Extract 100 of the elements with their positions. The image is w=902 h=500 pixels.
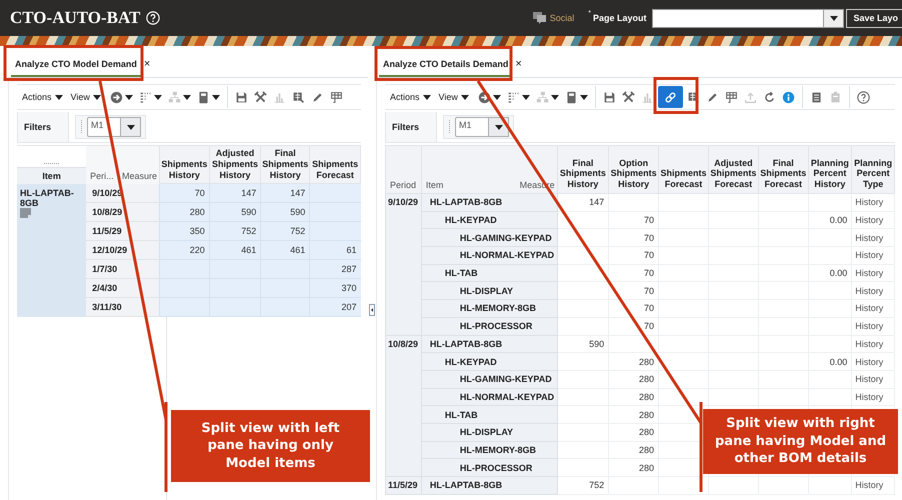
save-layout-button[interactable]: Save Layo <box>846 8 902 28</box>
table-cell <box>310 222 360 241</box>
table-cell: History <box>852 300 894 318</box>
grip-icon[interactable] <box>80 120 83 134</box>
caret-icon <box>182 94 191 100</box>
table-cell: History <box>852 370 894 388</box>
filter-select[interactable]: M1 <box>455 117 489 137</box>
table-cell: 280 <box>608 423 659 442</box>
row-header: 11/5/29 <box>386 476 422 494</box>
row-header: HL-GAMING-KEYPAD <box>421 370 558 388</box>
table-cell <box>708 194 758 212</box>
menu-button[interactable]: Actions <box>19 92 66 102</box>
table-cell: History <box>852 476 894 494</box>
filter-select[interactable]: M1 <box>87 117 121 137</box>
column-header: Measure <box>122 170 157 181</box>
table-cell <box>658 352 708 370</box>
table-cell <box>557 282 609 300</box>
table-cell <box>557 317 609 335</box>
row-header: 10/8/29 <box>86 202 160 222</box>
column-header: Item <box>17 166 86 184</box>
pencil-icon <box>310 90 324 104</box>
table-cell <box>557 370 609 388</box>
row-header: HL-TAB <box>421 264 558 282</box>
grip-icon[interactable] <box>448 120 451 134</box>
table-cell: 752 <box>557 476 609 494</box>
table-cell <box>557 211 609 229</box>
table-cell <box>310 202 360 222</box>
table-cell <box>608 335 659 353</box>
table-cell: 280 <box>608 370 659 388</box>
chat-icon <box>532 12 547 24</box>
table-cell: 280 <box>608 458 659 476</box>
menu-button[interactable]: View <box>436 92 472 102</box>
social-link[interactable]: Social <box>550 13 574 23</box>
column-header: Planning Percent History <box>808 146 852 194</box>
column-header: Option Shipments History <box>608 146 659 194</box>
row-header: 2/4/30 <box>86 278 160 298</box>
arrow-circle-icon <box>110 90 123 104</box>
close-button[interactable]: × <box>512 53 525 77</box>
row-header: HL-LAPTAB-8GB <box>421 194 558 212</box>
row-header: HL-NORMAL-KEYPAD <box>421 388 558 406</box>
row-header: HL-PROCESSOR <box>421 317 558 335</box>
column-header: Adjusted Shipments History <box>209 146 261 184</box>
layout-field[interactable] <box>652 8 824 28</box>
help-icon[interactable] <box>146 11 160 25</box>
field-label: Page Layout <box>592 13 646 23</box>
row-header: HL-PROCESSOR <box>421 458 558 476</box>
table-cell <box>159 278 210 298</box>
callout: Split view with left pane having only Model items <box>171 410 370 482</box>
tab[interactable]: Analyze CTO Model Demand <box>11 53 141 77</box>
caret-icon <box>124 94 133 100</box>
bar-chart-icon <box>272 90 286 104</box>
hierarchy-icon <box>168 90 181 104</box>
table-cell <box>557 388 609 406</box>
row-header: 3/11/30 <box>86 298 160 317</box>
table-cell: History <box>852 246 894 264</box>
dropdown-button[interactable] <box>121 117 141 137</box>
tools-icon <box>622 90 635 104</box>
column-header: Shipments History <box>159 146 210 184</box>
caret-icon <box>212 94 220 100</box>
pencil-icon <box>706 90 719 104</box>
table-cell: 280 <box>159 202 210 222</box>
caret-icon <box>550 94 559 100</box>
table-edit-icon <box>330 90 343 104</box>
table-cell: History <box>852 194 894 212</box>
table-cell <box>658 476 708 494</box>
column-header: Adjusted Shipments Forecast <box>708 146 758 194</box>
caret-icon <box>422 94 431 100</box>
table-cell: 70 <box>608 246 659 264</box>
dropdown-button[interactable] <box>489 117 509 137</box>
caret-icon <box>460 94 469 100</box>
table-cell <box>557 352 609 370</box>
table-cell <box>557 228 609 247</box>
table-cell: 147 <box>557 194 609 212</box>
menu-button[interactable]: View <box>68 92 104 102</box>
save-icon <box>602 90 616 104</box>
app-title: CTO-AUTO-BAT <box>10 8 140 28</box>
table-cell: 70 <box>608 317 659 335</box>
row-header: HL-LAPTAB-8GB <box>421 335 558 353</box>
menu-button[interactable]: Actions <box>387 92 434 102</box>
filter-label: Filters <box>386 112 437 142</box>
refresh-icon <box>762 90 776 104</box>
tab[interactable]: Analyze CTO Details Demand <box>379 53 512 77</box>
table-cell <box>260 298 310 317</box>
close-button[interactable]: × <box>140 53 154 77</box>
splitter-handle[interactable] <box>369 304 375 316</box>
grid-export-icon <box>292 90 305 104</box>
table-cell: 370 <box>310 278 360 298</box>
dropdown-button[interactable] <box>824 8 844 28</box>
table-cell: 147 <box>260 184 310 203</box>
table-cell: 70 <box>608 300 659 318</box>
table-cell: History <box>852 211 894 229</box>
row-header: 10/8/29 <box>386 335 422 476</box>
column-header: Period <box>386 146 422 194</box>
table-cell: 147 <box>209 184 261 203</box>
table-cell: 461 <box>260 240 310 260</box>
filter-label: Filters <box>18 112 69 142</box>
table-cell <box>557 441 609 459</box>
info-icon <box>782 90 795 104</box>
table-cell: 70 <box>159 184 210 203</box>
row-header: HL-MEMORY-8GB <box>421 441 558 459</box>
